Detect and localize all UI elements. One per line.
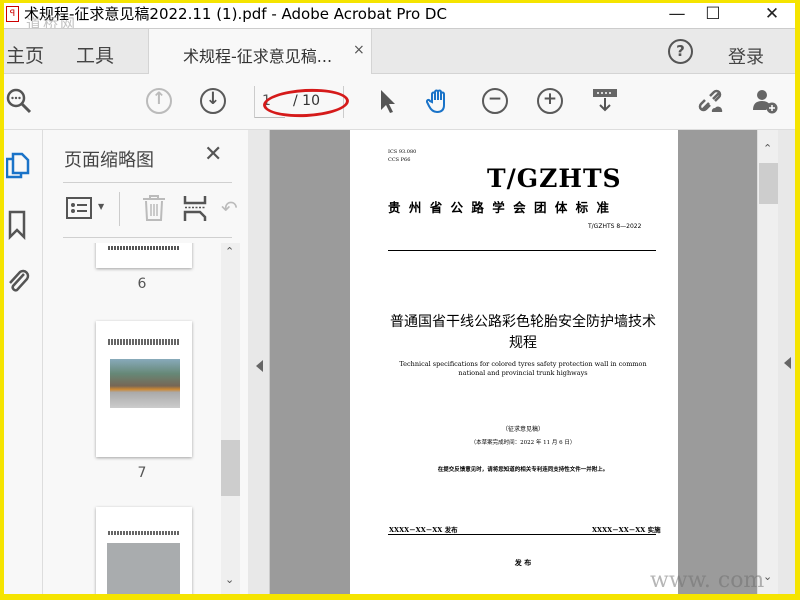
toolbar: ↑ ↓ 1 / 10 − +	[4, 74, 795, 130]
tab-document-label: 术规程-征求意见稿...	[183, 47, 333, 66]
issue-date: XXXX－XX－XX 发布	[389, 526, 458, 534]
pdf-page: ICS 93.080 CCS P66 T/GZHTS 贵 州 省 公 路 学 会…	[350, 130, 678, 594]
tab-home[interactable]: 主页	[6, 41, 44, 68]
close-window-button[interactable]: ✕	[749, 3, 795, 28]
thumbnail-page-8[interactable]	[96, 507, 192, 594]
scroll-down-icon[interactable]: ⌄	[763, 570, 772, 583]
maximize-button[interactable]: ☐	[690, 3, 736, 28]
standard-code: T/GZHTS 8—2022	[588, 223, 642, 230]
document-title-en: Technical specifications for colored tyr…	[399, 360, 647, 377]
scroll-down-icon[interactable]: ⌄	[225, 573, 234, 586]
pdf-file-icon: ꟼ	[6, 6, 19, 22]
collapse-panel-strip[interactable]	[248, 130, 270, 594]
scrollbar-thumb[interactable]	[221, 440, 240, 496]
panel-close-icon[interactable]: ✕	[204, 142, 222, 167]
ccs-code: CCS P66	[388, 157, 411, 163]
page-number-field[interactable]: 1 / 10	[254, 86, 350, 120]
page-thumbnails-icon[interactable]	[6, 152, 30, 180]
next-page-icon[interactable]: ↓	[200, 88, 226, 114]
thumbnail-scrollbar[interactable]: ⌃ ⌄	[221, 243, 240, 594]
draft-date: （本草案完成时间：2022 年 11 月 6 日）	[470, 440, 576, 446]
scroll-up-icon[interactable]: ⌃	[225, 245, 234, 258]
right-pane-toggle[interactable]	[778, 130, 795, 594]
thumbnails-panel: 页面缩略图 ✕ ▼ ↶ 6 7 ⌃ ⌄	[43, 130, 248, 594]
rotate-page-icon[interactable]: ↶	[221, 196, 238, 220]
ics-code: ICS 93.080	[388, 149, 417, 155]
document-view: ICS 93.080 CCS P66 T/GZHTS 贵 州 省 公 路 学 会…	[270, 130, 757, 594]
thumbnail-page-6[interactable]	[96, 243, 192, 268]
scrollbar-thumb[interactable]	[759, 163, 778, 204]
keyboard-download-icon[interactable]	[592, 88, 618, 114]
login-button[interactable]: 登录	[728, 43, 764, 69]
left-rail	[4, 130, 43, 594]
document-title-cn: 普通国省干线公路彩色轮胎安全防护墙技术规程	[390, 314, 656, 351]
delete-page-icon[interactable]	[141, 194, 167, 222]
add-user-icon[interactable]	[752, 88, 778, 114]
organization-name: 贵 州 省 公 路 学 会 团 体 标 准	[388, 200, 612, 215]
thumbnail-list: 6 7	[63, 243, 221, 594]
implement-date: XXXX－XX－XX 实施	[592, 526, 661, 534]
help-icon[interactable]: ?	[668, 39, 693, 64]
zoom-out-icon[interactable]: −	[482, 88, 508, 114]
standard-logo: T/GZHTS	[487, 164, 622, 193]
hand-tool-icon[interactable]	[426, 88, 452, 114]
tab-bar: 主页 工具 术规程-征求意见稿... × ? 登录	[4, 28, 795, 75]
thumbnail-options-icon[interactable]	[66, 197, 92, 219]
expand-right-pane-icon[interactable]	[784, 357, 791, 369]
bookmark-icon[interactable]	[8, 210, 26, 240]
document-scrollbar[interactable]: ⌃ ⌄	[757, 130, 778, 594]
dropdown-caret-icon[interactable]: ▼	[98, 202, 104, 211]
scroll-up-icon[interactable]: ⌃	[763, 142, 772, 155]
acrobat-window: ꟼ 术规程-征求意见稿2022.11 (1).pdf - Adobe Acrob…	[4, 3, 795, 594]
tab-close-icon[interactable]: ×	[353, 42, 365, 58]
red-annotation-ellipse	[262, 86, 350, 120]
select-cursor-icon[interactable]	[374, 88, 400, 114]
tab-tools[interactable]: 工具	[76, 41, 114, 68]
tab-document[interactable]: 术规程-征求意见稿... ×	[148, 29, 372, 75]
previous-page-icon[interactable]: ↑	[146, 88, 172, 114]
thumbnail-page-7[interactable]	[96, 321, 192, 457]
patent-notice: 在提交反馈意见时，请将您知道的相关专利连同支持性文件一并附上。	[437, 467, 609, 473]
share-link-icon[interactable]	[698, 88, 724, 114]
panel-title: 页面缩略图	[64, 150, 154, 171]
collapse-left-icon[interactable]	[256, 360, 263, 372]
window-title: 术规程-征求意见稿2022.11 (1).pdf - Adobe Acrobat…	[24, 5, 447, 23]
publish-label: 发 布	[514, 558, 532, 567]
draft-label: （征求意见稿）	[501, 426, 544, 433]
zoom-search-icon[interactable]	[6, 88, 32, 114]
watermark-bottom: www. com	[650, 568, 765, 593]
extract-page-icon[interactable]	[183, 194, 207, 222]
attachment-icon[interactable]	[6, 266, 30, 294]
thumbnail-label: 6	[137, 276, 147, 292]
title-bar: ꟼ 术规程-征求意见稿2022.11 (1).pdf - Adobe Acrob…	[4, 3, 795, 33]
thumbnail-label: 7	[137, 465, 147, 481]
zoom-in-icon[interactable]: +	[537, 88, 563, 114]
